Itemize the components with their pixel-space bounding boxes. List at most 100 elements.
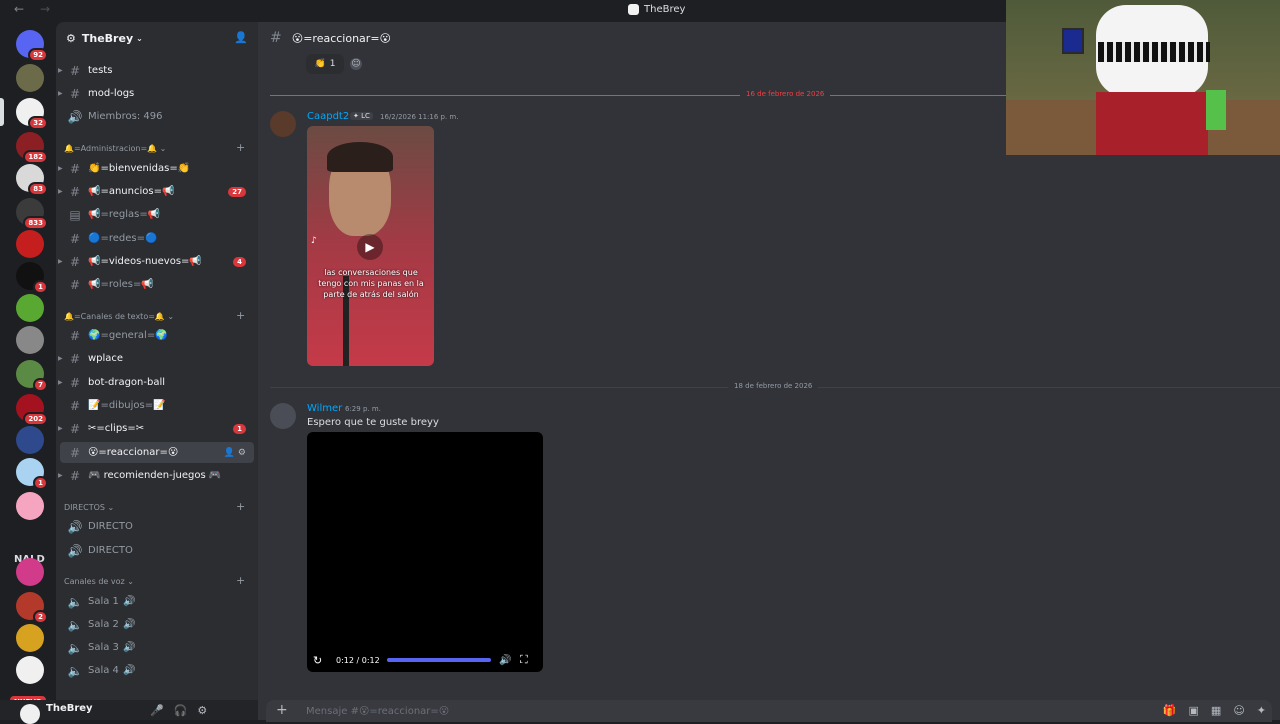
- channel-dibujos[interactable]: # 📝=dibujos=📝: [60, 395, 254, 416]
- server-icon[interactable]: [16, 64, 44, 92]
- channel-directo[interactable]: 🔊 DIRECTO: [60, 540, 254, 561]
- channel-general[interactable]: # 🌍=general=🌍: [60, 325, 254, 346]
- date-label: 18 de febrero de 2026: [728, 382, 819, 390]
- channel-label: Miembros: 496: [88, 111, 163, 122]
- invite-people-icon[interactable]: 👤: [234, 31, 248, 44]
- server-icon[interactable]: 83: [16, 164, 48, 196]
- back-arrow-icon[interactable]: ←: [14, 2, 24, 16]
- direct-messages-server[interactable]: 92: [16, 30, 48, 62]
- channel-reglas[interactable]: ▤ 📢=reglas=📢: [60, 204, 254, 225]
- channel-settings-icon[interactable]: 👤 ⚙: [224, 448, 246, 458]
- message-author[interactable]: Caapdt2: [307, 111, 349, 122]
- add-channel-icon[interactable]: +: [236, 309, 245, 322]
- microphone-icon[interactable]: 🎤: [150, 704, 164, 717]
- reaction-count: 1: [329, 59, 336, 69]
- gift-icon[interactable]: 🎁: [1163, 704, 1177, 717]
- video-thumbnail-hair: [327, 142, 393, 172]
- add-channel-icon[interactable]: +: [236, 141, 245, 154]
- play-icon[interactable]: ▶: [357, 234, 383, 260]
- channel-label: 🎮 recomienden-juegos 🎮: [88, 470, 222, 481]
- channel-bienvenidas[interactable]: ▶ # 👏=bienvenidas=👏: [58, 158, 254, 179]
- message-composer[interactable]: + Mensaje #😮=reaccionar=😮 🎁 ▣ ▦ ☺ ✦: [266, 700, 1272, 722]
- server-icon[interactable]: [16, 656, 44, 684]
- window-title-text: TheBrey: [644, 4, 686, 15]
- category-directos[interactable]: DIRECTOS ⌄ +: [64, 500, 245, 513]
- message-input[interactable]: Mensaje #😮=reaccionar=😮: [306, 706, 449, 717]
- channel-recomienden-juegos[interactable]: ▶ # 🎮 recomienden-juegos 🎮: [58, 465, 254, 486]
- forward-arrow-icon[interactable]: →: [40, 2, 50, 16]
- voice-channel-sala-4[interactable]: 🔈 Sala 4 🔊: [60, 660, 254, 681]
- server-icon[interactable]: [16, 624, 44, 652]
- avatar[interactable]: [270, 111, 296, 137]
- volume-icon[interactable]: 🔊: [499, 655, 511, 666]
- channel-anuncios[interactable]: ▶ # 📢=anuncios=📢 27: [58, 181, 254, 202]
- avatar[interactable]: [270, 403, 296, 429]
- server-icon[interactable]: [16, 230, 44, 258]
- server-icon[interactable]: 833: [16, 198, 48, 230]
- avatar[interactable]: [20, 704, 40, 724]
- server-icon-thebrey[interactable]: 32: [16, 98, 48, 130]
- channel-label: ✂=clips=✂: [88, 423, 145, 434]
- unread-count-badge: 1: [233, 423, 246, 434]
- server-icon[interactable]: [16, 294, 44, 322]
- server-icon[interactable]: 182: [16, 132, 48, 164]
- channel-clips[interactable]: ▶ # ✂=clips=✂ 1: [58, 418, 254, 439]
- server-icon[interactable]: [16, 492, 44, 520]
- server-badge: 833: [23, 216, 48, 230]
- replay-icon[interactable]: ↻: [313, 654, 322, 667]
- collapse-arrow-icon: ▶: [58, 425, 63, 432]
- hash-icon: #: [69, 421, 81, 436]
- gear-icon[interactable]: ⚙: [197, 704, 207, 717]
- channel-redes[interactable]: # 🔵=redes=🔵: [60, 228, 254, 249]
- emoji-icon[interactable]: ☺: [1233, 704, 1244, 717]
- category-canales-de-voz[interactable]: Canales de voz ⌄ +: [64, 574, 245, 587]
- voice-channel-sala-1[interactable]: 🔈 Sala 1 🔊: [60, 591, 254, 612]
- channel-members[interactable]: 🔊 Miembros: 496: [60, 106, 254, 127]
- voice-channel-sala-3[interactable]: 🔈 Sala 3 🔊: [60, 637, 254, 658]
- server-icon[interactable]: [16, 558, 44, 586]
- channel-directo[interactable]: 🔊 DIRECTO: [60, 516, 254, 537]
- server-icon[interactable]: [16, 426, 44, 454]
- video-player[interactable]: ↻ 0:12 / 0:12 🔊 ⛶: [307, 432, 543, 672]
- attach-plus-icon[interactable]: +: [276, 702, 288, 718]
- server-header[interactable]: ⚙ TheBrey ⌄ 👤: [56, 22, 258, 54]
- server-icon[interactable]: [16, 326, 44, 354]
- channel-reaccionar[interactable]: # 😮=reaccionar=😮 👤 ⚙: [60, 442, 254, 463]
- server-badge: 92: [28, 48, 48, 62]
- server-icon[interactable]: 1: [16, 262, 48, 294]
- sticker-icon[interactable]: ▦: [1211, 704, 1221, 717]
- reaction-chip[interactable]: 👏 1: [306, 54, 344, 74]
- channel-videos-nuevos[interactable]: ▶ # 📢=videos-nuevos=📢 4: [58, 251, 254, 272]
- apps-icon[interactable]: ✦: [1257, 704, 1266, 717]
- speaker-icon: 🔈: [67, 594, 83, 609]
- add-reaction-icon[interactable]: ☺: [350, 58, 362, 70]
- server-icon[interactable]: 202: [16, 394, 48, 426]
- server-badge: 32: [28, 116, 48, 130]
- add-channel-icon[interactable]: +: [236, 574, 245, 587]
- voice-channel-sala-2[interactable]: 🔈 Sala 2 🔊: [60, 614, 254, 635]
- window-title: TheBrey: [628, 4, 685, 15]
- category-canales-de-texto[interactable]: 🔔=Canales de texto=🔔 ⌄ +: [64, 309, 245, 322]
- channel-roles[interactable]: # 📢=roles=📢: [60, 274, 254, 295]
- channel-label: 📢=videos-nuevos=📢: [88, 256, 202, 267]
- speaker-icon: 🔈: [67, 640, 83, 655]
- video-attachment[interactable]: ♪ ▶ las conversaciones que tengo con mis…: [307, 126, 434, 366]
- category-administracion[interactable]: 🔔=Administracion=🔔 ⌄ +: [64, 141, 245, 154]
- channel-mod-logs[interactable]: ▶ # mod-logs: [58, 83, 254, 104]
- server-icon[interactable]: 7: [16, 360, 48, 392]
- server-icon[interactable]: 1: [16, 458, 48, 490]
- add-channel-icon[interactable]: +: [236, 500, 245, 513]
- channel-wplace[interactable]: ▶ # wplace: [58, 348, 254, 369]
- headphones-icon[interactable]: 🎧: [174, 704, 188, 717]
- server-icon[interactable]: 2: [16, 592, 48, 624]
- gif-icon[interactable]: ▣: [1189, 704, 1199, 717]
- progress-bar[interactable]: [387, 658, 491, 662]
- collapse-arrow-icon: ▶: [58, 188, 63, 195]
- webcam-avatar-body: [1096, 92, 1208, 155]
- channel-bot-dragon-ball[interactable]: ▶ # bot-dragon-ball: [58, 372, 254, 393]
- fullscreen-icon[interactable]: ⛶: [520, 653, 528, 667]
- channel-tests[interactable]: ▶ # tests: [58, 60, 254, 81]
- hash-icon: #: [69, 468, 81, 483]
- username[interactable]: TheBrey: [46, 703, 93, 714]
- message-author[interactable]: Wilmer: [307, 403, 342, 414]
